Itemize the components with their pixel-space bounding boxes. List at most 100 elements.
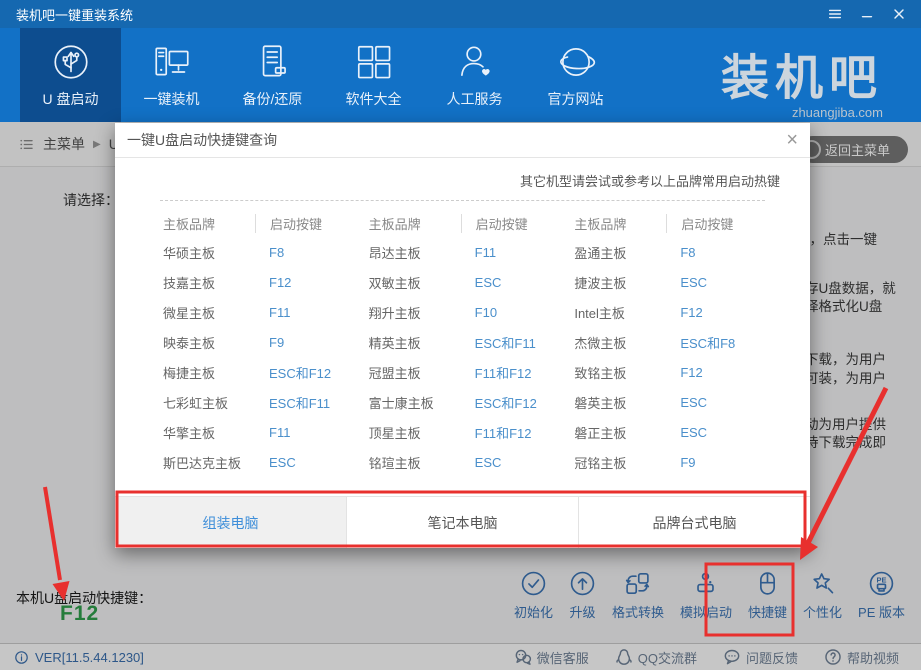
column-header-key: 启动按键 xyxy=(666,214,733,233)
column-header-key: 启动按键 xyxy=(255,214,322,233)
key-cell: ESC xyxy=(666,395,707,410)
table-row: 冠盟主板F11和F12 xyxy=(369,357,575,387)
apps-icon xyxy=(353,41,395,83)
table-row: 富士康主板ESC和F12 xyxy=(369,387,575,417)
column-header-brand: 主板品牌 xyxy=(163,214,255,233)
key-cell: ESC和F8 xyxy=(666,333,735,352)
key-cell: F9 xyxy=(255,335,284,350)
window-title: 装机吧一键重装系统 xyxy=(16,5,133,24)
table-row: 捷波主板ESC xyxy=(574,267,780,297)
brand-cell: 七彩虹主板 xyxy=(163,393,255,412)
table-row: 映泰主板F9 xyxy=(163,327,369,357)
key-cell: F11 xyxy=(255,425,290,440)
brand-cell: 精英主板 xyxy=(369,333,461,352)
brand-cell: 华硕主板 xyxy=(163,243,255,262)
key-cell: F8 xyxy=(666,245,695,260)
nav-item-human-support[interactable]: 人工服务 xyxy=(424,28,525,122)
table-row: 华擎主板F11 xyxy=(163,417,369,447)
key-cell: F12 xyxy=(666,365,702,380)
brand-cell: 冠铭主板 xyxy=(574,453,666,472)
nav-item-software-collection[interactable]: 软件大全 xyxy=(323,28,424,122)
brand-cell: 富士康主板 xyxy=(369,393,461,412)
menu-button[interactable] xyxy=(827,6,843,22)
nav-item-label: 一键装机 xyxy=(144,89,200,109)
brand-cell: 微星主板 xyxy=(163,303,255,322)
key-cell: ESC和F12 xyxy=(461,393,537,412)
table-row: 梅捷主板ESC和F12 xyxy=(163,357,369,387)
brand-cell: 磐正主板 xyxy=(574,423,666,442)
hotkey-table: 主板品牌启动按键华硕主板F8技嘉主板F12微星主板F11映泰主板F9梅捷主板ES… xyxy=(163,209,780,477)
key-cell: ESC和F11 xyxy=(255,393,330,412)
key-cell: ESC xyxy=(461,455,502,470)
table-row: 致铭主板F12 xyxy=(574,357,780,387)
key-cell: ESC xyxy=(461,275,502,290)
table-row: 技嘉主板F12 xyxy=(163,267,369,297)
brand-cell: 梅捷主板 xyxy=(163,363,255,382)
minimize-button[interactable] xyxy=(859,6,875,22)
tab-brand-desktop[interactable]: 品牌台式电脑 xyxy=(578,497,810,548)
nav-item-official-website[interactable]: 官方网站 xyxy=(525,28,626,122)
dialog-note: 其它机型请尝试或参考以上品牌常用启动热键 xyxy=(520,171,780,190)
column-header-key: 启动按键 xyxy=(461,214,528,233)
globe-icon xyxy=(555,41,597,83)
table-row: Intel主板F12 xyxy=(574,297,780,327)
key-cell: ESC和F11 xyxy=(461,333,536,352)
brand-cell: 华擎主板 xyxy=(163,423,255,442)
key-cell: ESC和F12 xyxy=(255,363,331,382)
pc-icon xyxy=(151,41,193,83)
brand-cell: 铭瑄主板 xyxy=(369,453,461,472)
titlebar: 装机吧一键重装系统 xyxy=(0,0,921,28)
nav-item-one-key-install[interactable]: 一键装机 xyxy=(121,28,222,122)
app-window: 装机吧一键重装系统 U 盘启动一键装机备份/还原软件大全人工服务官方网站 装机吧… xyxy=(0,0,921,670)
brand-cell: 杰微主板 xyxy=(574,333,666,352)
key-cell: F8 xyxy=(255,245,284,260)
nav-item-backup-restore[interactable]: 备份/还原 xyxy=(222,28,323,122)
nav-bar: U 盘启动一键装机备份/还原软件大全人工服务官方网站 装机吧 zhuangjib… xyxy=(0,28,921,122)
table-row: 顶星主板F11和F12 xyxy=(369,417,575,447)
key-cell: F12 xyxy=(666,305,702,320)
tab-laptop[interactable]: 笔记本电脑 xyxy=(346,497,578,548)
brand-cell: 映泰主板 xyxy=(163,333,255,352)
key-cell: F11和F12 xyxy=(461,363,532,382)
hotkey-table-group: 主板品牌启动按键昂达主板F11双敏主板ESC翔升主板F10精英主板ESC和F11… xyxy=(369,209,575,477)
nav-items: U 盘启动 一键装机 备份/还原 软件大全 人工服务 官方网站 xyxy=(20,28,626,122)
table-row: 磐正主板ESC xyxy=(574,417,780,447)
divider xyxy=(160,200,765,201)
hotkey-table-group: 主板品牌启动按键盈通主板F8捷波主板ESCIntel主板F12杰微主板ESC和F… xyxy=(574,209,780,477)
key-cell: F9 xyxy=(666,455,695,470)
tab-assembled-pc[interactable]: 组装电脑 xyxy=(115,497,346,548)
hotkey-query-dialog: 一键U盘启动快捷键查询 × 其它机型请尝试或参考以上品牌常用启动热键 主板品牌启… xyxy=(115,123,810,548)
brand-cell: Intel主板 xyxy=(574,303,666,322)
brand-cell: 顶星主板 xyxy=(369,423,461,442)
key-cell: ESC xyxy=(666,425,707,440)
table-row: 精英主板ESC和F11 xyxy=(369,327,575,357)
nav-item-label: 软件大全 xyxy=(346,89,402,109)
close-button[interactable] xyxy=(891,6,907,22)
window-controls xyxy=(827,6,907,22)
person-icon xyxy=(454,41,496,83)
key-cell: F11和F12 xyxy=(461,423,532,442)
brand-cell: 冠盟主板 xyxy=(369,363,461,382)
table-row: 冠铭主板F9 xyxy=(574,447,780,477)
table-header-row: 主板品牌启动按键 xyxy=(163,209,369,237)
brand-cell: 斯巴达克主板 xyxy=(163,453,255,472)
column-header-brand: 主板品牌 xyxy=(369,214,461,233)
nav-item-label: 备份/还原 xyxy=(243,89,303,109)
backup-icon xyxy=(252,41,294,83)
column-header-brand: 主板品牌 xyxy=(574,214,666,233)
usb-icon xyxy=(50,41,92,83)
dialog-close-button[interactable]: × xyxy=(786,130,798,150)
nav-item-label: 人工服务 xyxy=(447,89,503,109)
table-row: 华硕主板F8 xyxy=(163,237,369,267)
nav-item-label: U 盘启动 xyxy=(43,89,99,109)
table-row: 昂达主板F11 xyxy=(369,237,575,267)
table-row: 铭瑄主板ESC xyxy=(369,447,575,477)
table-row: 双敏主板ESC xyxy=(369,267,575,297)
key-cell: ESC xyxy=(666,275,707,290)
nav-item-usb-boot[interactable]: U 盘启动 xyxy=(20,28,121,122)
dialog-header: 一键U盘启动快捷键查询 × xyxy=(115,123,810,158)
table-row: 杰微主板ESC和F8 xyxy=(574,327,780,357)
table-row: 斯巴达克主板ESC xyxy=(163,447,369,477)
key-cell: F10 xyxy=(461,305,497,320)
key-cell: ESC xyxy=(255,455,296,470)
